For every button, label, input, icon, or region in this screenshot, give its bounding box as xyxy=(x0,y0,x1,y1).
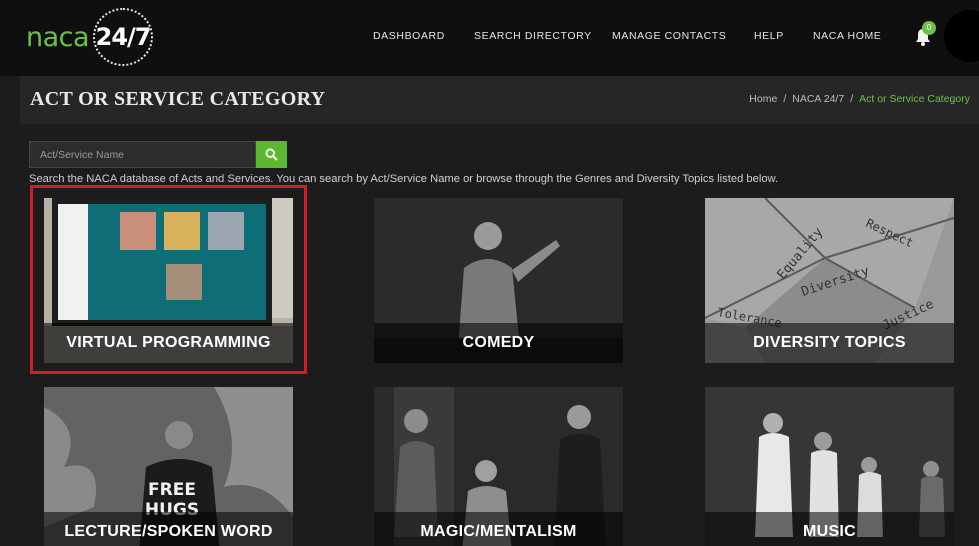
category-label: COMEDY xyxy=(374,323,623,363)
category-card-magic-mentalism[interactable]: MAGIC/MENTALISM xyxy=(374,387,623,546)
breadcrumb: Home / NACA 24/7 / Act or Service Category xyxy=(749,93,970,105)
category-card-diversity-topics[interactable]: Equality Respect Diversity Justice Toler… xyxy=(705,198,954,363)
breadcrumb-home[interactable]: Home xyxy=(749,93,777,105)
selected-category-highlight xyxy=(30,185,307,374)
category-label: MUSIC xyxy=(705,512,954,546)
nav-manage-contacts[interactable]: MANAGE CONTACTS xyxy=(612,30,726,42)
free-text: FREE xyxy=(148,480,196,500)
breadcrumb-current: Act or Service Category xyxy=(859,93,970,105)
nav-naca-home[interactable]: NACA HOME xyxy=(813,30,881,42)
category-label: MAGIC/MENTALISM xyxy=(374,512,623,546)
user-avatar[interactable] xyxy=(944,10,979,62)
category-label: LECTURE/SPOKEN WORD xyxy=(44,512,293,546)
category-card-music[interactable]: MUSIC xyxy=(705,387,954,546)
category-card-comedy[interactable]: COMEDY xyxy=(374,198,623,363)
page-title-bar: ACT OR SERVICE CATEGORY Home / NACA 24/7 / A… xyxy=(20,76,979,124)
search-icon xyxy=(265,148,278,161)
logo-wordmark: naca xyxy=(26,21,90,53)
nav-dashboard[interactable]: DASHBOARD xyxy=(373,30,445,42)
nav-search-directory[interactable]: SEARCH DIRECTORY xyxy=(474,30,592,42)
search-help-text: Search the NACA database of Acts and Ser… xyxy=(29,173,779,185)
naca-logo[interactable]: naca 24/7 xyxy=(26,8,154,66)
breadcrumb-separator: / xyxy=(783,93,787,105)
act-service-search-input[interactable] xyxy=(29,141,256,168)
logo-badge: 24/7 xyxy=(93,8,154,66)
nav-help[interactable]: HELP xyxy=(754,30,784,42)
breadcrumb-separator: / xyxy=(850,93,854,105)
top-navigation-bar: naca 24/7 DASHBOARD SEARCH DIRECTORY MAN… xyxy=(0,0,979,76)
breadcrumb-naca-247[interactable]: NACA 24/7 xyxy=(792,93,844,105)
category-label: DIVERSITY TOPICS xyxy=(705,323,954,363)
search-button[interactable] xyxy=(256,141,287,168)
notification-count-badge: 0 xyxy=(922,21,936,35)
category-card-lecture-spoken-word[interactable]: FREE HUGS LECTURE/SPOKEN WORD xyxy=(44,387,293,546)
page-title: ACT OR SERVICE CATEGORY xyxy=(30,88,326,110)
